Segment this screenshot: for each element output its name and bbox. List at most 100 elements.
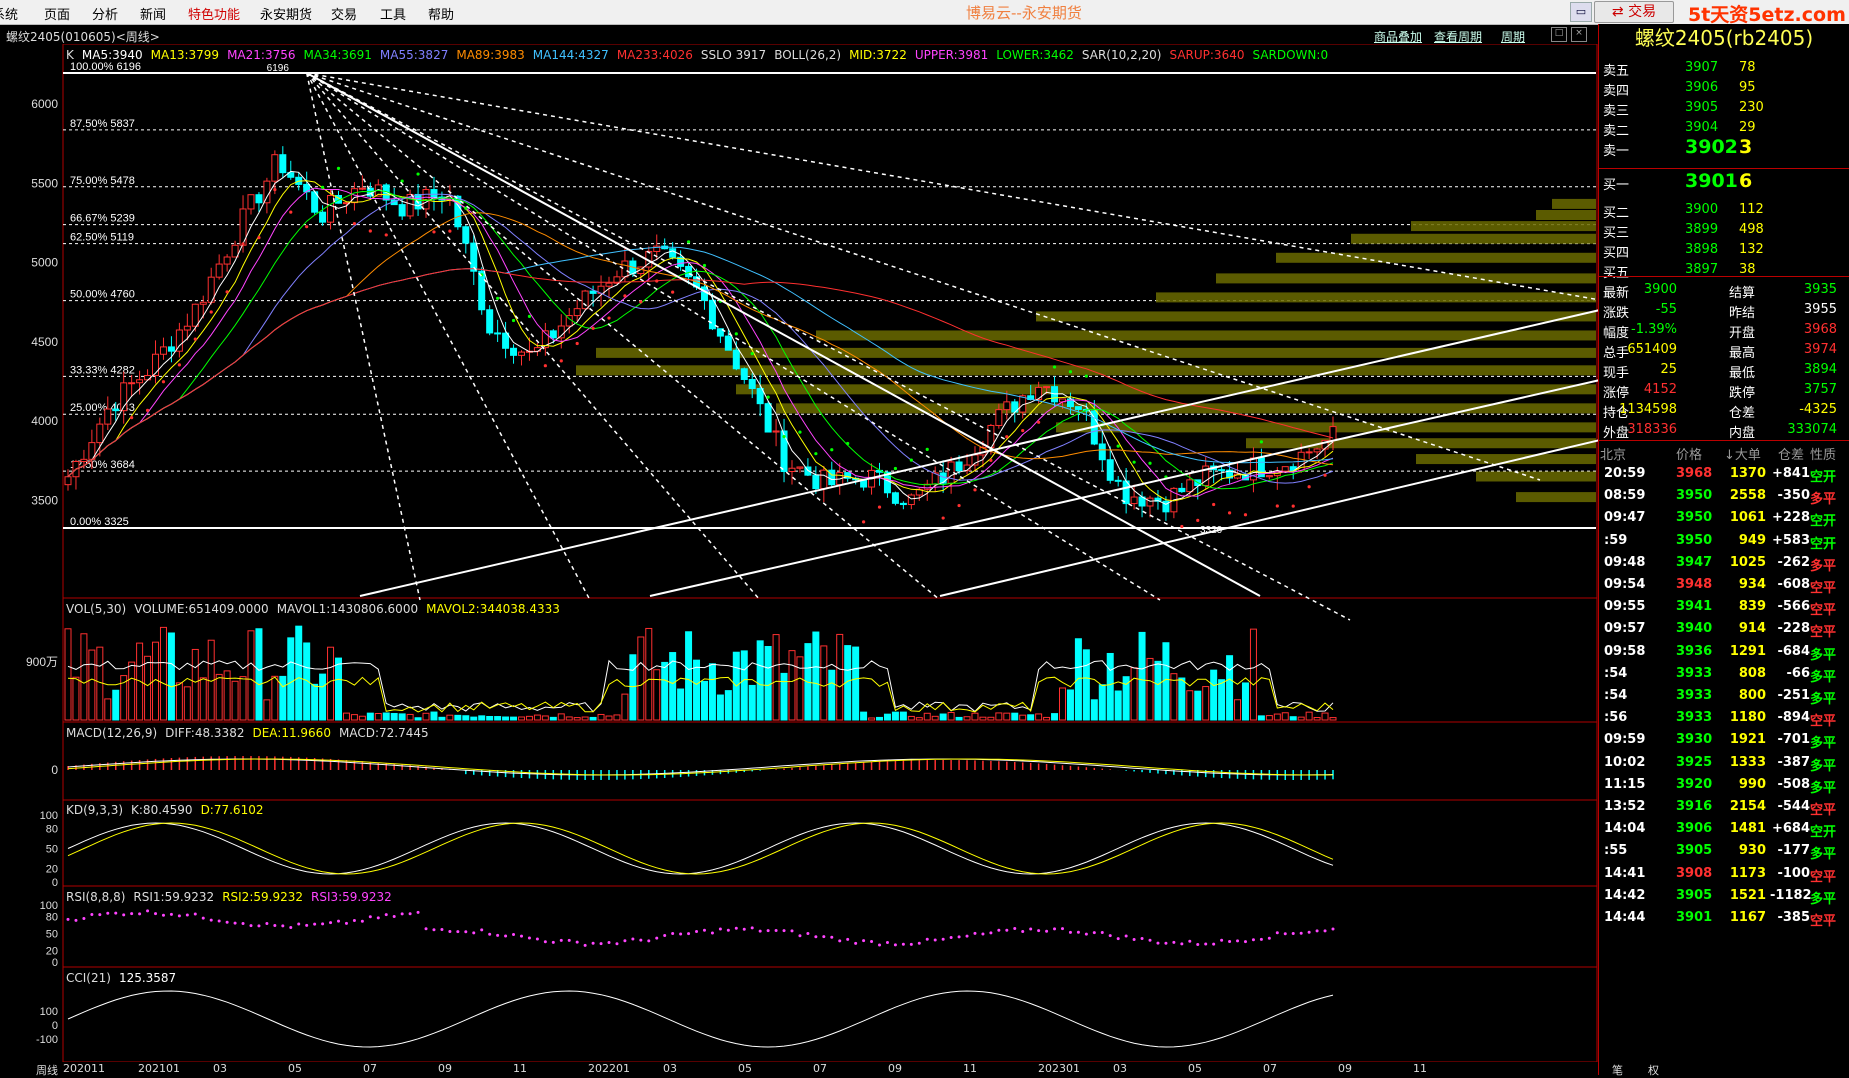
- volume-bar: [64, 628, 72, 721]
- tick-position-diff: -387: [1777, 754, 1810, 770]
- window-restore-icon[interactable]: □: [1551, 27, 1567, 42]
- tick-time: 09:47: [1604, 510, 1646, 526]
- candle-body: [80, 458, 88, 462]
- link-period[interactable]: 周期: [1501, 28, 1525, 45]
- tick-position-diff: -100: [1777, 865, 1810, 881]
- bottom-tab-0[interactable]: 笔: [1612, 1062, 1623, 1078]
- tick-row: 09:48 3947 1025 -262 多平: [1600, 553, 1846, 574]
- tick-volume: 1333: [1729, 754, 1766, 770]
- rsi-point: [305, 923, 309, 927]
- quote-panel-title: 螺纹2405(rb2405): [1634, 26, 1814, 50]
- volume-bar: [350, 714, 358, 721]
- tick-nature: 多平: [1810, 847, 1837, 863]
- chart-area[interactable]: 600055005000450040003500100.00% 619687.5…: [0, 44, 1598, 1062]
- kd-legend-item-0: KD(9,3,3): [66, 803, 124, 817]
- menu-item-8[interactable]: 帮助: [428, 4, 454, 23]
- stats-value: -1.39%: [1631, 322, 1677, 337]
- volume-bar: [167, 632, 175, 721]
- rsi-point: [599, 942, 603, 946]
- stats-value: 3757: [1803, 382, 1837, 397]
- macd-line: [67, 758, 1334, 776]
- menu-item-7[interactable]: 工具: [380, 4, 406, 23]
- candle-body: [549, 330, 557, 339]
- candle-body: [685, 265, 693, 278]
- rsi-point: [376, 916, 380, 920]
- menu-item-4[interactable]: 特色功能: [188, 4, 240, 23]
- ask-price: 3907: [1685, 60, 1719, 75]
- volume-bar: [1289, 716, 1297, 721]
- rsi-point: [289, 925, 293, 929]
- stats-divider: [1599, 276, 1849, 277]
- price-tick-label: 6000: [31, 97, 58, 111]
- volume-bar: [430, 711, 438, 721]
- tick-volume: 949: [1738, 532, 1766, 548]
- sar-dot: [957, 503, 961, 508]
- tick-nature: 空开: [1810, 470, 1837, 485]
- menu-item-1[interactable]: 页面: [44, 4, 70, 23]
- link-overlay-commodity[interactable]: 商品叠加: [1374, 28, 1422, 45]
- candle-body: [247, 194, 255, 210]
- main-legend-item-12: UPPER:3981: [914, 48, 989, 62]
- fib-level-label: 12.50% 3684: [70, 459, 135, 471]
- sar-dot: [1132, 460, 1136, 464]
- volume-bar: [438, 716, 446, 721]
- kd-pane: [62, 799, 1598, 887]
- tick-nature: 多平: [1810, 891, 1837, 907]
- tick-price: 3908: [1676, 865, 1713, 881]
- link-view-period[interactable]: 查看周期: [1434, 28, 1482, 45]
- menu-item-6[interactable]: 交易: [331, 4, 357, 23]
- volume-bar: [923, 712, 931, 721]
- volume-bar: [939, 713, 947, 721]
- candle-body: [279, 154, 287, 174]
- tick-row: 14:44 3901 1167 -385 空平: [1600, 908, 1846, 929]
- sar-dot: [257, 236, 261, 240]
- tick-nature: 空平: [1810, 869, 1837, 885]
- tick-row: :55 3905 930 -177 多平: [1600, 841, 1846, 863]
- trade-button[interactable]: ⇄ 交易: [1594, 1, 1674, 23]
- tick-volume: 800: [1738, 688, 1766, 703]
- volume-bar: [1305, 711, 1313, 721]
- sar-dot: [1037, 420, 1041, 424]
- tick-row: 11:15 3920 990 -508 多平: [1600, 775, 1846, 796]
- window-close-icon[interactable]: ×: [1571, 27, 1587, 42]
- candle-body: [1043, 386, 1051, 389]
- rsi-axis-label: 50: [46, 929, 58, 941]
- time-axis-label: 202011: [63, 1062, 105, 1075]
- volume-bar: [144, 655, 152, 721]
- menu-item-5[interactable]: 永安期货: [260, 4, 312, 23]
- ask-volume: 95: [1739, 80, 1756, 95]
- rsi-point: [193, 912, 197, 916]
- rsi-point: [519, 934, 523, 938]
- candle-body: [955, 461, 963, 472]
- sar-dot: [1243, 513, 1248, 517]
- volume-bar: [557, 713, 565, 721]
- menu-item-3[interactable]: 新闻: [140, 4, 166, 23]
- minimize-icon[interactable]: ▭: [1570, 2, 1592, 22]
- stats-value: 3900: [1643, 282, 1677, 297]
- candle-body: [899, 502, 907, 506]
- cci-pane: [62, 966, 1598, 1062]
- volume-bar: [215, 673, 223, 721]
- time-axis-label: 09: [888, 1062, 902, 1075]
- volume-bar: [414, 717, 422, 721]
- time-axis-label: 202301: [1038, 1062, 1080, 1075]
- sar-dot: [925, 447, 929, 451]
- bottom-tab-1[interactable]: 权: [1648, 1062, 1659, 1078]
- volume-bar: [661, 661, 669, 721]
- menu-item-2[interactable]: 分析: [92, 4, 118, 23]
- sar-dot: [177, 363, 181, 367]
- instrument-title: 螺纹2405(010605)<周线>: [6, 30, 160, 44]
- rsi-point: [1243, 940, 1247, 944]
- tick-volume: 1370: [1729, 466, 1766, 481]
- candle-body: [732, 349, 740, 370]
- period-corner-label: 周线: [36, 1064, 58, 1077]
- rsi-point: [257, 924, 261, 928]
- volume-bar: [979, 716, 987, 721]
- time-axis-label: 11: [963, 1062, 977, 1075]
- menu-item-0[interactable]: 系统: [0, 4, 18, 23]
- sar-dot: [989, 458, 993, 462]
- tick-nature: 多平: [1810, 692, 1837, 707]
- candle-body: [891, 492, 899, 504]
- time-axis-label: 05: [288, 1062, 302, 1075]
- rsi-point: [671, 932, 675, 936]
